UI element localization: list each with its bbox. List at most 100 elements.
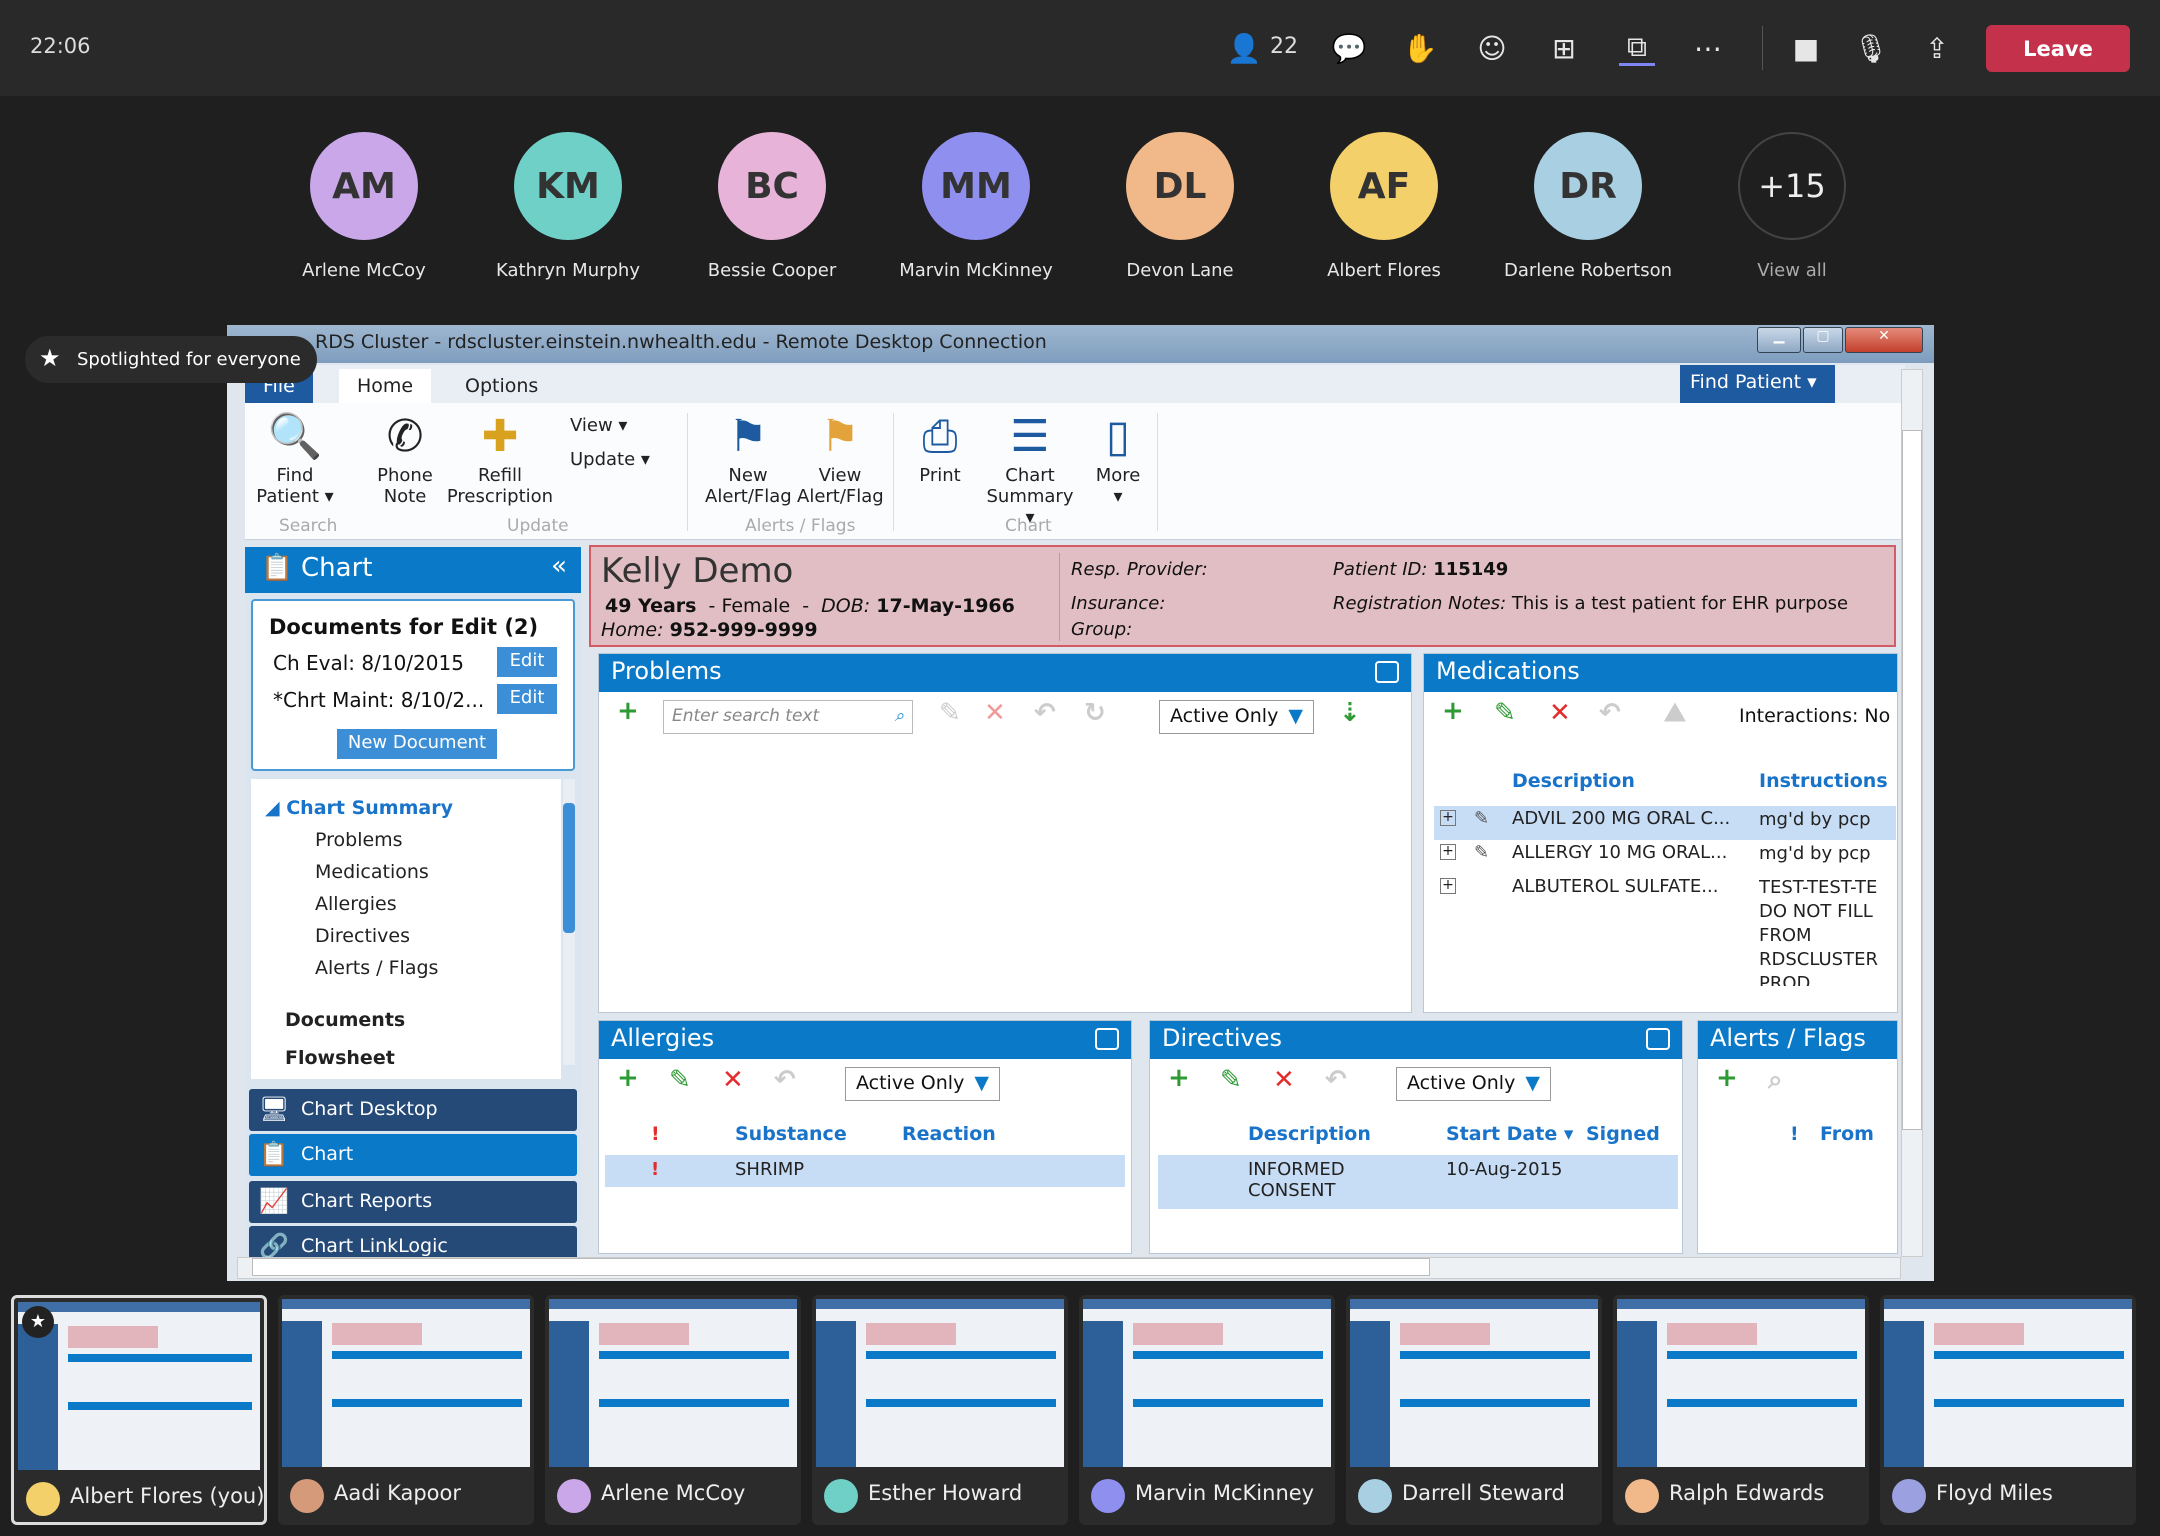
column-from[interactable]: From xyxy=(1820,1123,1874,1145)
column-description[interactable]: Description xyxy=(1248,1123,1371,1145)
vertical-scrollbar[interactable] xyxy=(1901,369,1923,1257)
edit-button[interactable]: Edit xyxy=(497,647,557,677)
search-icon[interactable]: ⌕ xyxy=(1768,1065,1783,1096)
video-tile[interactable]: Marvin McKinney xyxy=(1079,1295,1335,1525)
minimize-button[interactable]: ▁ xyxy=(1757,327,1801,353)
view-dropdown[interactable]: View ▾ xyxy=(570,415,627,436)
nav-chart-reports[interactable]: 📈 Chart Reports xyxy=(249,1181,577,1223)
video-tile[interactable]: Esther Howard xyxy=(812,1295,1068,1525)
tree-item-directives[interactable]: Directives xyxy=(315,925,410,947)
print-button[interactable]: ⎙ Print xyxy=(910,409,970,486)
tree-item-allergies[interactable]: Allergies xyxy=(315,893,397,915)
video-tile[interactable]: Ralph Edwards xyxy=(1613,1295,1869,1525)
column-flag[interactable]: ! xyxy=(1790,1123,1799,1145)
participant-tile[interactable]: AF Albert Flores xyxy=(1289,132,1479,281)
column-substance[interactable]: Substance xyxy=(735,1123,847,1145)
edit-button[interactable]: Edit xyxy=(497,684,557,714)
column-signed[interactable]: Signed xyxy=(1586,1123,1660,1145)
raise-hand-icon[interactable]: ✋ xyxy=(1402,30,1438,66)
reactions-icon[interactable]: ☺ xyxy=(1474,30,1510,66)
horizontal-scrollbar[interactable] xyxy=(237,1257,1901,1279)
search-icon[interactable]: ⌕ xyxy=(894,706,904,726)
undo-icon[interactable]: ↶ xyxy=(1034,698,1056,728)
add-icon[interactable]: + xyxy=(1442,696,1464,726)
directives-filter-dropdown[interactable]: Active Only ▼ xyxy=(1396,1067,1551,1101)
directive-row[interactable] xyxy=(1158,1155,1678,1209)
participant-tile[interactable]: KM Kathryn Murphy xyxy=(473,132,663,281)
expand-icon[interactable]: + xyxy=(1440,878,1456,894)
video-tile[interactable]: Arlene McCoy xyxy=(545,1295,801,1525)
delete-icon[interactable]: ✕ xyxy=(1273,1065,1295,1095)
doc-item[interactable]: Ch Eval: 8/10/2015 xyxy=(273,651,464,675)
allergies-filter-dropdown[interactable]: Active Only ▼ xyxy=(845,1067,1000,1101)
share-screen-icon[interactable]: ⧉ xyxy=(1619,30,1655,66)
pencil-icon[interactable]: ✎ xyxy=(1474,808,1489,829)
participant-tile[interactable]: DR Darlene Robertson xyxy=(1493,132,1683,281)
video-tile[interactable]: Aadi Kapoor xyxy=(278,1295,534,1525)
delete-icon[interactable]: ✕ xyxy=(722,1065,744,1095)
medication-description[interactable]: ALLERGY 10 MG ORAL... xyxy=(1512,842,1727,863)
leave-button[interactable]: Leave xyxy=(1986,25,2130,72)
column-instructions[interactable]: Instructions xyxy=(1759,770,1888,792)
maximize-icon[interactable] xyxy=(1646,1028,1670,1050)
close-button[interactable]: ✕ xyxy=(1845,327,1923,353)
tree-documents[interactable]: Documents xyxy=(285,1009,405,1031)
undo-icon[interactable]: ↶ xyxy=(1325,1065,1347,1095)
more-button[interactable]: ▯ More ▾ xyxy=(1090,409,1146,507)
problem-search-input[interactable]: Enter search text ⌕ xyxy=(663,700,913,734)
participant-tile[interactable]: DL Devon Lane xyxy=(1085,132,1275,281)
video-tile[interactable]: Floyd Miles xyxy=(1880,1295,2136,1525)
tab-options[interactable]: Options xyxy=(447,369,556,403)
more-icon[interactable]: ⋯ xyxy=(1690,30,1726,66)
add-icon[interactable]: + xyxy=(617,696,639,726)
problems-filter-dropdown[interactable]: Active Only ▼ xyxy=(1159,700,1314,734)
add-icon[interactable]: + xyxy=(1168,1063,1190,1093)
add-icon[interactable]: + xyxy=(617,1063,639,1093)
tree-root[interactable]: ◢ Chart Summary xyxy=(265,797,453,819)
share-tray-icon[interactable]: ⇪ xyxy=(1919,30,1955,66)
maximize-icon[interactable] xyxy=(1375,661,1399,683)
participant-tile[interactable]: BC Bessie Cooper xyxy=(677,132,867,281)
chat-icon[interactable]: 💬 xyxy=(1331,30,1367,66)
mic-icon[interactable]: 🎙 xyxy=(1853,30,1889,66)
view-alert-button[interactable]: ⚑ View Alert/Flag xyxy=(797,409,884,507)
camera-icon[interactable]: ■ xyxy=(1788,30,1824,66)
participant-tile[interactable]: AM Arlene McCoy xyxy=(269,132,459,281)
refresh-icon[interactable]: ↻ xyxy=(1084,698,1106,728)
column-reaction[interactable]: Reaction xyxy=(902,1123,996,1145)
medication-description[interactable]: ALBUTEROL SULFATE... xyxy=(1512,876,1718,897)
tree-item-alerts[interactable]: Alerts / Flags xyxy=(315,957,438,979)
participant-tile[interactable]: MM Marvin McKinney xyxy=(881,132,1071,281)
people-icon[interactable]: 👤 xyxy=(1226,30,1262,66)
collapse-icon[interactable]: « xyxy=(551,551,567,581)
column-flag[interactable]: ! xyxy=(651,1123,660,1145)
participant-count[interactable]: 22 xyxy=(1270,34,1298,59)
edit-icon[interactable]: ✎ xyxy=(1494,698,1516,728)
pencil-icon[interactable]: ✎ xyxy=(1474,842,1489,863)
edit-icon[interactable]: ✎ xyxy=(939,698,961,728)
sort-icon[interactable]: ⇣ xyxy=(1339,698,1361,728)
find-patient-dropdown[interactable]: Find Patient ▾ xyxy=(1680,365,1835,403)
expand-icon[interactable]: + xyxy=(1440,810,1456,826)
medication-description[interactable]: ADVIL 200 MG ORAL C... xyxy=(1512,808,1730,829)
edit-icon[interactable]: ✎ xyxy=(1220,1065,1242,1095)
expand-icon[interactable]: + xyxy=(1440,844,1456,860)
nav-chart-desktop[interactable]: 🖥 Chart Desktop xyxy=(249,1089,577,1131)
delete-icon[interactable]: ✕ xyxy=(1549,698,1571,728)
tab-home[interactable]: Home xyxy=(339,369,432,403)
allergy-row[interactable] xyxy=(605,1155,1125,1187)
tree-flowsheet[interactable]: Flowsheet xyxy=(285,1047,395,1069)
column-start-date[interactable]: Start Date ▾ xyxy=(1446,1123,1573,1145)
phone-note-button[interactable]: ✆ Phone Note xyxy=(375,409,435,507)
video-tile[interactable]: ★ Albert Flores (you) xyxy=(11,1295,267,1525)
delete-icon[interactable]: ✕ xyxy=(984,698,1006,728)
apps-icon[interactable]: ⊞ xyxy=(1546,30,1582,66)
find-patient-button[interactable]: 🔍 Find Patient ▾ xyxy=(255,409,335,507)
tree-item-medications[interactable]: Medications xyxy=(315,861,429,883)
add-icon[interactable]: + xyxy=(1716,1063,1738,1093)
refill-button[interactable]: ✚ Refill Prescription xyxy=(445,409,555,507)
undo-icon[interactable]: ↶ xyxy=(774,1065,796,1095)
tree-item-problems[interactable]: Problems xyxy=(315,829,403,851)
view-all-participants[interactable]: +15 View all xyxy=(1697,132,1887,281)
shared-screen[interactable]: RDS Cluster - rdscluster.einstein.nwheal… xyxy=(227,325,1934,1281)
